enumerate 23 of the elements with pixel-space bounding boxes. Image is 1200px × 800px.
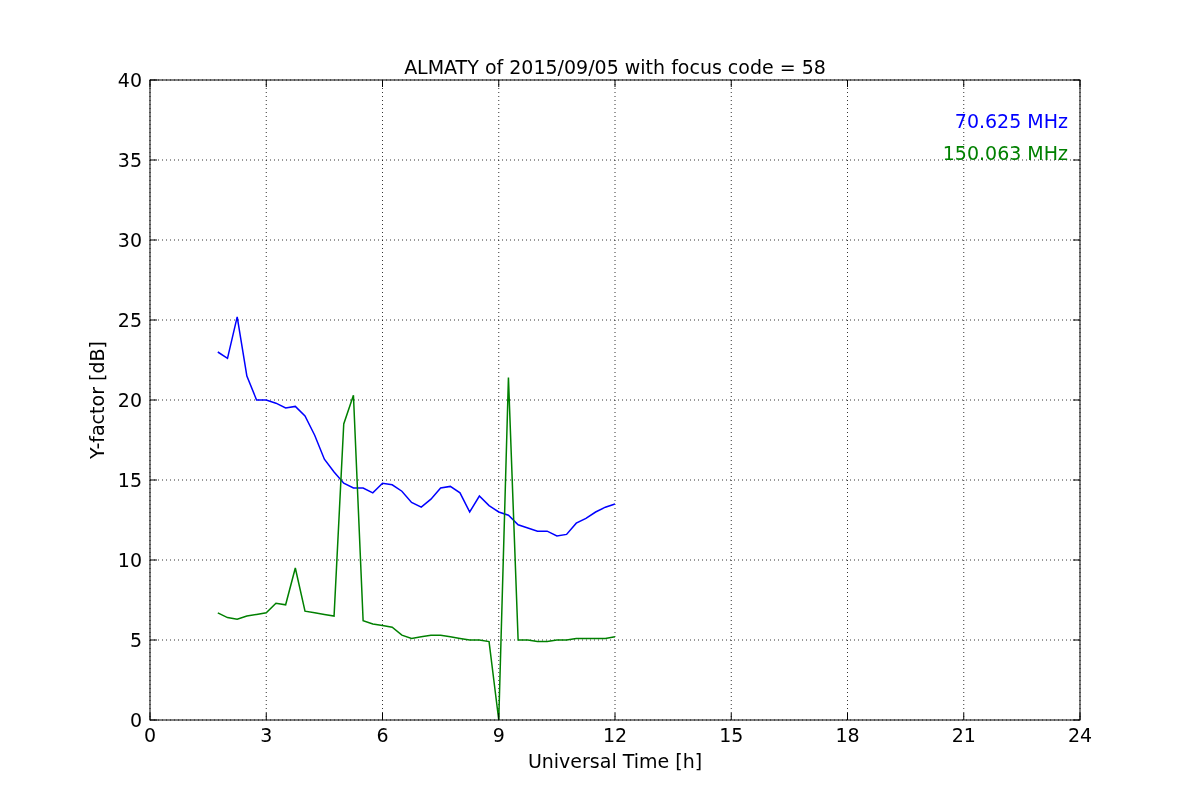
chart-title: ALMATY of 2015/09/05 with focus code = 58 bbox=[404, 56, 826, 78]
tick-label: 0 bbox=[143, 724, 157, 746]
tick-label: 6 bbox=[376, 724, 389, 746]
axis-label: Universal Time [h] bbox=[527, 750, 703, 772]
tick-label: 21 bbox=[951, 724, 976, 746]
tick-label: 10 bbox=[117, 549, 142, 571]
tick-label: 15 bbox=[117, 469, 142, 491]
tick-label: 24 bbox=[1067, 724, 1093, 746]
tick-label: 12 bbox=[602, 724, 628, 746]
legend-label: 150.063 MHz bbox=[942, 142, 1068, 164]
tick-label: 3 bbox=[260, 724, 273, 746]
tick-label: 20 bbox=[117, 389, 142, 411]
axis-label: Y-factor [dB] bbox=[86, 341, 108, 459]
tick-label: 18 bbox=[835, 724, 860, 746]
tick-label: 30 bbox=[117, 229, 142, 251]
tick-label: 15 bbox=[719, 724, 744, 746]
tick-label: 9 bbox=[492, 724, 505, 746]
tick-label: 35 bbox=[117, 149, 142, 171]
legend-label: 70.625 MHz bbox=[954, 110, 1068, 132]
tick-label: 25 bbox=[117, 309, 142, 331]
tick-label: 5 bbox=[129, 629, 142, 651]
tick-label: 0 bbox=[129, 709, 142, 731]
tick-label: 40 bbox=[117, 69, 142, 91]
